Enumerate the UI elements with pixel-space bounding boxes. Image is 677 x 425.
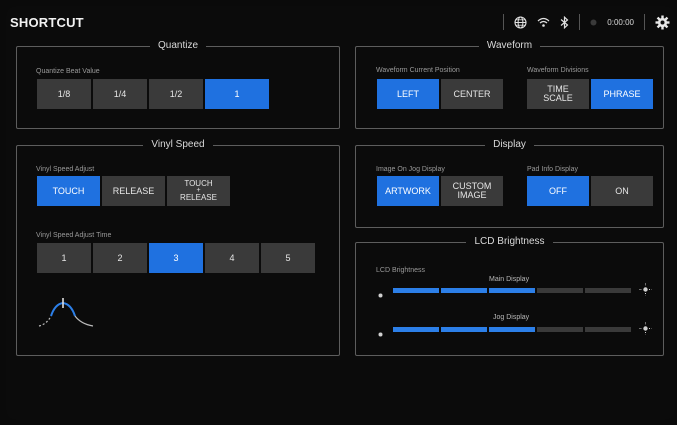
brightness-high-icon bbox=[639, 283, 652, 301]
jog-display-label: Jog Display bbox=[493, 314, 530, 321]
brightness-high-icon bbox=[639, 322, 652, 340]
record-indicator-icon bbox=[590, 19, 597, 26]
quantize-option-1-8[interactable]: 1/8 bbox=[37, 79, 91, 109]
adjust-touch-button[interactable]: TOUCH bbox=[37, 176, 100, 206]
brightness-segment[interactable] bbox=[393, 327, 439, 332]
brightness-segment[interactable] bbox=[585, 288, 631, 293]
brightness-low-icon bbox=[377, 325, 384, 343]
vinyl-speed-adjust-label: Vinyl Speed Adjust bbox=[36, 166, 95, 173]
quantize-option-1[interactable]: 1 bbox=[205, 79, 269, 109]
artwork-button[interactable]: ARTWORK bbox=[377, 176, 439, 206]
adjust-release-button[interactable]: RELEASE bbox=[102, 176, 165, 206]
vinyl-speed-panel: Vinyl Speed Vinyl Speed Adjust TOUCH REL… bbox=[16, 139, 340, 356]
globe-icon bbox=[514, 15, 527, 29]
adjust-touch-release-button[interactable]: TOUCH + RELEASE bbox=[167, 176, 230, 206]
jog-image-label: Image On Jog Display bbox=[376, 166, 445, 173]
brightness-segment[interactable] bbox=[489, 288, 535, 293]
brightness-segment[interactable] bbox=[441, 327, 487, 332]
speed-curve-icon bbox=[37, 296, 97, 335]
quantize-beat-label: Quantize Beat Value bbox=[36, 68, 100, 75]
brightness-segment[interactable] bbox=[585, 327, 631, 332]
time-scale-line2: SCALE bbox=[543, 93, 573, 103]
pad-info-off-button[interactable]: OFF bbox=[527, 176, 589, 206]
quantize-option-1-2[interactable]: 1/2 bbox=[149, 79, 203, 109]
status-area: 0:00:00 bbox=[503, 10, 670, 34]
time-option-1[interactable]: 1 bbox=[37, 243, 91, 273]
lcd-brightness-title: LCD Brightness bbox=[466, 236, 553, 247]
quantize-panel: Quantize Quantize Beat Value 1/8 1/4 1/2… bbox=[16, 40, 340, 129]
page-title: SHORTCUT bbox=[10, 14, 84, 30]
time-display: 0:00:00 bbox=[607, 17, 634, 27]
lcd-brightness-label: LCD Brightness bbox=[376, 267, 426, 274]
divider bbox=[579, 14, 581, 30]
quantize-options: 1/8 1/4 1/2 1 bbox=[37, 79, 269, 109]
waveform-phrase-button[interactable]: PHRASE bbox=[591, 79, 653, 109]
time-option-2[interactable]: 2 bbox=[93, 243, 147, 273]
main-display-brightness-slider[interactable] bbox=[393, 288, 631, 293]
waveform-position-label: Waveform Current Position bbox=[376, 67, 460, 74]
brightness-segment[interactable] bbox=[489, 327, 535, 332]
touch-release-line3: RELEASE bbox=[180, 193, 217, 202]
vinyl-speed-title: Vinyl Speed bbox=[143, 139, 213, 150]
pad-info-on-button[interactable]: ON bbox=[591, 176, 653, 206]
custom-image-button[interactable]: CUSTOM IMAGE bbox=[441, 176, 503, 206]
display-title: Display bbox=[485, 139, 534, 150]
main-display-label: Main Display bbox=[489, 276, 530, 283]
waveform-panel: Waveform Waveform Current Position LEFT … bbox=[355, 40, 664, 129]
quantize-option-1-4[interactable]: 1/4 bbox=[93, 79, 147, 109]
brightness-segment[interactable] bbox=[393, 288, 439, 293]
waveform-center-button[interactable]: CENTER bbox=[441, 79, 503, 109]
waveform-position-options: LEFT CENTER bbox=[377, 79, 503, 109]
brightness-segment[interactable] bbox=[441, 288, 487, 293]
waveform-divisions-label: Waveform Divisions bbox=[527, 67, 589, 74]
vinyl-speed-time-label: Vinyl Speed Adjust Time bbox=[36, 232, 112, 239]
waveform-title: Waveform bbox=[478, 40, 541, 51]
brightness-segment[interactable] bbox=[537, 288, 583, 293]
brightness-segment[interactable] bbox=[537, 327, 583, 332]
waveform-left-button[interactable]: LEFT bbox=[377, 79, 439, 109]
bluetooth-icon bbox=[560, 15, 569, 29]
lcd-brightness-panel: LCD Brightness LCD Brightness Main Displ… bbox=[355, 236, 664, 356]
time-option-4[interactable]: 4 bbox=[205, 243, 259, 273]
vinyl-speed-adjust-options: TOUCH RELEASE TOUCH + RELEASE bbox=[37, 176, 230, 206]
waveform-time-scale-button[interactable]: TIME SCALE bbox=[527, 79, 589, 109]
pad-info-options: OFF ON bbox=[527, 176, 653, 206]
jog-display-brightness-slider[interactable] bbox=[393, 327, 631, 332]
divider bbox=[644, 14, 645, 30]
vinyl-speed-time-options: 1 2 3 4 5 bbox=[37, 243, 315, 273]
waveform-divisions-options: TIME SCALE PHRASE bbox=[527, 79, 653, 109]
wifi-icon bbox=[537, 17, 550, 28]
time-option-3[interactable]: 3 bbox=[149, 243, 203, 273]
brightness-low-icon bbox=[377, 286, 384, 304]
top-bar: SHORTCUT 0:00:00 bbox=[10, 10, 670, 34]
quantize-title: Quantize bbox=[149, 40, 207, 51]
custom-image-line2: IMAGE bbox=[457, 190, 487, 200]
pad-info-label: Pad Info Display bbox=[527, 166, 578, 173]
gear-icon[interactable] bbox=[655, 15, 670, 30]
time-option-5[interactable]: 5 bbox=[261, 243, 315, 273]
display-panel: Display Image On Jog Display ARTWORK CUS… bbox=[355, 139, 664, 228]
divider bbox=[503, 14, 505, 30]
jog-image-options: ARTWORK CUSTOM IMAGE bbox=[377, 176, 503, 206]
